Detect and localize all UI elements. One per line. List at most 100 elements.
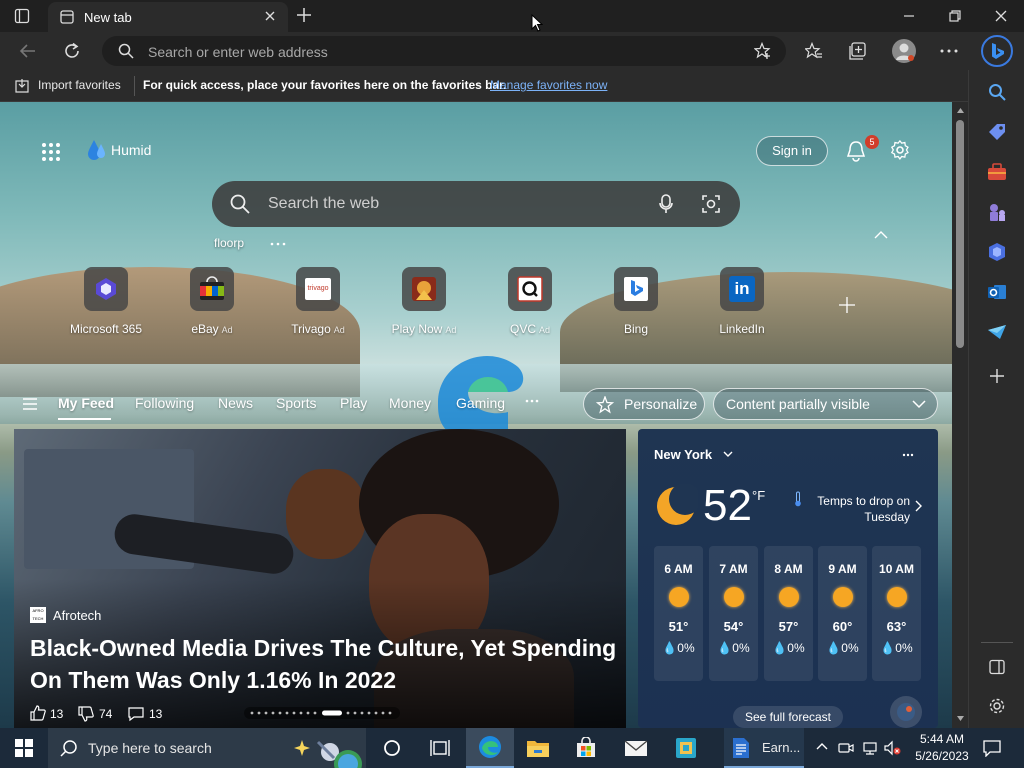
taskbar-file-explorer-button[interactable] [514, 728, 562, 768]
location-chevron-down-icon[interactable] [723, 451, 733, 458]
scroll-down-icon[interactable] [957, 716, 964, 721]
close-window-button[interactable] [978, 0, 1024, 32]
sidebar-add-icon[interactable] [985, 364, 1009, 388]
sidebar-hide-icon[interactable] [985, 655, 1009, 679]
chevron-right-icon[interactable] [915, 500, 922, 512]
carousel-pager[interactable] [244, 707, 400, 719]
more-menu-icon[interactable] [940, 49, 958, 53]
manage-favorites-link[interactable]: Manage favorites now [490, 78, 607, 92]
back-button[interactable] [19, 42, 37, 60]
news-card[interactable]: AFRO TECH Afrotech Black-Owned Media Dri… [14, 429, 626, 728]
sidebar-tools-icon[interactable] [985, 160, 1009, 184]
new-tab-button[interactable] [296, 7, 312, 23]
sidebar-games-icon[interactable] [985, 200, 1009, 224]
recent-search-item[interactable]: floorp [214, 236, 244, 250]
page-scrollbar[interactable] [952, 102, 968, 728]
add-favorite-icon[interactable] [754, 42, 772, 60]
notifications-icon[interactable] [983, 739, 1001, 757]
clock-time[interactable]: 5:44 AM [916, 732, 968, 746]
feed-tab-my-feed[interactable]: My Feed [58, 395, 114, 411]
quick-link-qvc[interactable]: QVC Ad [485, 267, 575, 336]
news-source[interactable]: Afrotech [53, 608, 101, 623]
web-search-box[interactable]: Search the web [212, 181, 740, 227]
news-headline[interactable]: Black-Owned Media Drives The Culture, Ye… [30, 632, 616, 696]
tab-new-tab[interactable]: New tab [48, 2, 288, 32]
start-button[interactable] [0, 728, 48, 768]
quick-link-bing[interactable]: Bing [591, 267, 681, 336]
like-icon[interactable] [30, 705, 46, 721]
more-recent-searches-icon[interactable] [270, 242, 286, 246]
quick-link-trivago[interactable]: trivago Trivago Ad [273, 267, 363, 336]
sidebar-divider [981, 642, 1013, 643]
quick-link-microsoft365[interactable]: Microsoft 365 [61, 267, 151, 336]
scrollbar-thumb[interactable] [956, 120, 964, 348]
bing-chat-icon[interactable] [981, 35, 1013, 67]
weather-location[interactable]: New York [654, 447, 712, 462]
quick-link-ebay[interactable]: eBay Ad [167, 267, 257, 336]
sign-in-button[interactable]: Sign in [756, 136, 828, 166]
favorites-icon[interactable] [805, 42, 823, 60]
clock-date[interactable]: 5/26/2023 [910, 749, 974, 763]
weather-map-button[interactable] [890, 696, 922, 728]
apps-launcher-icon[interactable] [41, 142, 61, 162]
address-bar[interactable]: Search or enter web address [102, 36, 786, 66]
page-settings-icon[interactable] [890, 140, 910, 160]
sidebar-shopping-icon[interactable] [985, 120, 1009, 144]
restore-button[interactable] [932, 0, 978, 32]
taskbar-document-button[interactable]: Earn... [724, 728, 804, 768]
taskbar-store-button[interactable] [562, 728, 610, 768]
refresh-button[interactable] [63, 42, 81, 60]
content-visibility-dropdown[interactable]: Content partially visible [713, 388, 938, 420]
hour-time: 10 AM [879, 562, 914, 576]
profile-avatar[interactable] [892, 39, 916, 63]
taskbar-app-button[interactable] [662, 728, 710, 768]
volume-muted-icon[interactable] [884, 740, 902, 756]
edge-sidebar [968, 70, 1024, 728]
feed-tab-news[interactable]: News [218, 395, 253, 411]
tab-title: New tab [84, 10, 132, 25]
meet-now-icon[interactable] [838, 740, 854, 756]
collapse-chevron-up-icon[interactable] [874, 230, 888, 240]
feed-tab-money[interactable]: Money [389, 395, 431, 411]
dislike-icon[interactable] [78, 706, 94, 722]
see-full-forecast-button[interactable]: See full forecast [733, 706, 843, 728]
cortana-button[interactable] [368, 728, 416, 768]
weather-card[interactable]: New York 52 °F Temps to drop on Tuesday … [638, 429, 938, 728]
active-tab-underline [58, 418, 111, 420]
scroll-up-icon[interactable] [957, 108, 964, 113]
feed-tab-sports[interactable]: Sports [276, 395, 316, 411]
import-favorites-button[interactable]: Import favorites [38, 78, 121, 92]
notifications-bell-icon[interactable] [846, 140, 866, 162]
sidebar-search-icon[interactable] [985, 80, 1009, 104]
feed-tab-following[interactable]: Following [135, 395, 194, 411]
sidebar-settings-icon[interactable] [985, 694, 1009, 718]
taskbar-mail-button[interactable] [612, 728, 660, 768]
minimize-button[interactable] [886, 0, 932, 32]
quick-link-linkedin[interactable]: in LinkedIn [697, 267, 787, 336]
visual-search-icon[interactable] [702, 195, 720, 213]
more-feed-tabs-icon[interactable] [525, 399, 539, 403]
feed-tab-gaming[interactable]: Gaming [456, 395, 505, 411]
sidebar-drop-icon[interactable] [985, 320, 1009, 344]
show-hidden-icons-chevron-icon[interactable] [816, 742, 828, 750]
personalize-button[interactable]: Personalize [583, 388, 705, 420]
taskbar-search-box[interactable]: Type here to search [48, 728, 366, 768]
task-view-button[interactable] [416, 728, 464, 768]
weather-alert[interactable]: Temps to drop on Tuesday [798, 493, 910, 525]
collections-icon[interactable] [849, 42, 867, 60]
comment-icon[interactable] [128, 706, 144, 722]
weather-more-icon[interactable] [902, 453, 914, 457]
precip-value: 0% [787, 641, 805, 655]
tab-actions-icon[interactable] [14, 8, 30, 24]
add-quick-link-icon[interactable] [838, 296, 856, 314]
feed-tab-play[interactable]: Play [340, 395, 367, 411]
taskbar-edge-button[interactable] [466, 728, 514, 768]
close-tab-icon[interactable] [264, 10, 276, 22]
feed-menu-icon[interactable] [22, 398, 38, 410]
sidebar-microsoft365-icon[interactable] [985, 240, 1009, 264]
weather-brand-label[interactable]: Humid [111, 142, 151, 158]
voice-search-icon[interactable] [659, 194, 673, 214]
sidebar-outlook-icon[interactable] [985, 280, 1009, 304]
network-icon[interactable] [862, 740, 878, 756]
quick-link-play-now[interactable]: Play Now Ad [379, 267, 469, 336]
